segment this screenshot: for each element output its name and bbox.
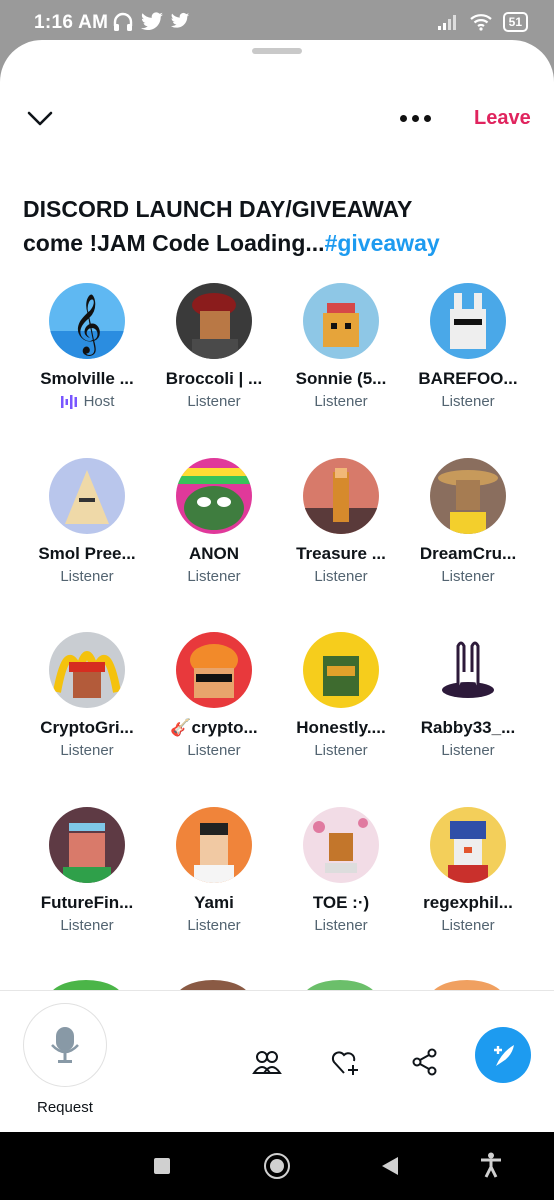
avatar (176, 458, 252, 534)
avatar (176, 632, 252, 708)
participant[interactable]: DreamCru... Listener (404, 458, 532, 585)
participant[interactable]: Rabby33_... Listener (404, 632, 532, 759)
compose-tweet-button[interactable] (475, 1027, 531, 1083)
avatar (303, 458, 379, 534)
avatar (49, 632, 125, 708)
participant[interactable]: FutureFin... Listener (23, 807, 151, 934)
avatar (430, 632, 506, 708)
participant[interactable]: Smol Pree... Listener (23, 458, 151, 585)
participant[interactable]: BAREFOO... Listener (404, 283, 532, 410)
avatar (49, 807, 125, 883)
back-icon[interactable] (380, 1156, 400, 1176)
add-reaction-heart-icon[interactable] (330, 1047, 360, 1077)
microphone-icon (51, 1027, 79, 1063)
avatar (303, 283, 379, 359)
avatar (303, 632, 379, 708)
avatar (303, 807, 379, 883)
people-icon[interactable] (252, 1047, 282, 1077)
recent-apps-icon[interactable] (154, 1158, 170, 1174)
avatar (49, 458, 125, 534)
feather-plus-icon (494, 1045, 514, 1066)
participant[interactable]: ANON Listener (150, 458, 278, 585)
participant[interactable]: regexphil... Listener (404, 807, 532, 934)
avatar (176, 807, 252, 883)
participant[interactable]: 🎸crypto... Listener (150, 632, 278, 759)
request-label: Request (37, 1099, 93, 1116)
participant[interactable]: Yami Listener (150, 807, 278, 934)
status-time: 1:16 AM (34, 12, 109, 33)
avatar (430, 283, 506, 359)
participant[interactable]: CryptoGri... Listener (23, 632, 151, 759)
battery-indicator: 51 (502, 12, 528, 32)
avatar (430, 458, 506, 534)
avatar: 𝄞 (49, 283, 125, 359)
headphones-icon (113, 12, 133, 31)
twitter-icon (170, 12, 190, 28)
leave-button[interactable]: Leave (474, 107, 531, 130)
share-icon[interactable] (410, 1047, 440, 1077)
participant[interactable]: Honestly.... Listener (277, 632, 405, 759)
participant[interactable]: 𝄞 Smolville ... Host (23, 283, 151, 410)
participant[interactable]: Broccoli | ... Listener (150, 283, 278, 410)
request-mic-button[interactable] (23, 1003, 107, 1087)
signal-icon (437, 15, 456, 30)
accessibility-icon[interactable] (480, 1152, 502, 1178)
more-options-icon[interactable] (400, 110, 436, 126)
system-nav-bar (0, 1132, 554, 1200)
participant[interactable]: Treasure ... Listener (277, 458, 405, 585)
audio-wave-icon (60, 394, 77, 409)
hashtag-link[interactable]: #giveaway (325, 230, 440, 256)
guitar-icon: 🎸 (170, 718, 192, 737)
avatar (430, 807, 506, 883)
wifi-icon (469, 14, 492, 31)
participant[interactable]: TOE :·) Listener (277, 807, 405, 934)
bottom-action-bar: Request (0, 990, 554, 1132)
svg-text:𝄞: 𝄞 (72, 294, 103, 356)
twitter-icon (141, 12, 163, 31)
participant[interactable]: Sonnie (5... Listener (277, 283, 405, 410)
space-title: DISCORD LAUNCH DAY/GIVEAWAY come !JAM Co… (23, 196, 440, 256)
avatar (176, 283, 252, 359)
space-sheet: Leave DISCORD LAUNCH DAY/GIVEAWAY come !… (0, 40, 554, 1132)
home-icon[interactable] (264, 1153, 290, 1179)
drag-handle[interactable] (252, 48, 302, 54)
chevron-down-icon[interactable] (26, 106, 54, 130)
